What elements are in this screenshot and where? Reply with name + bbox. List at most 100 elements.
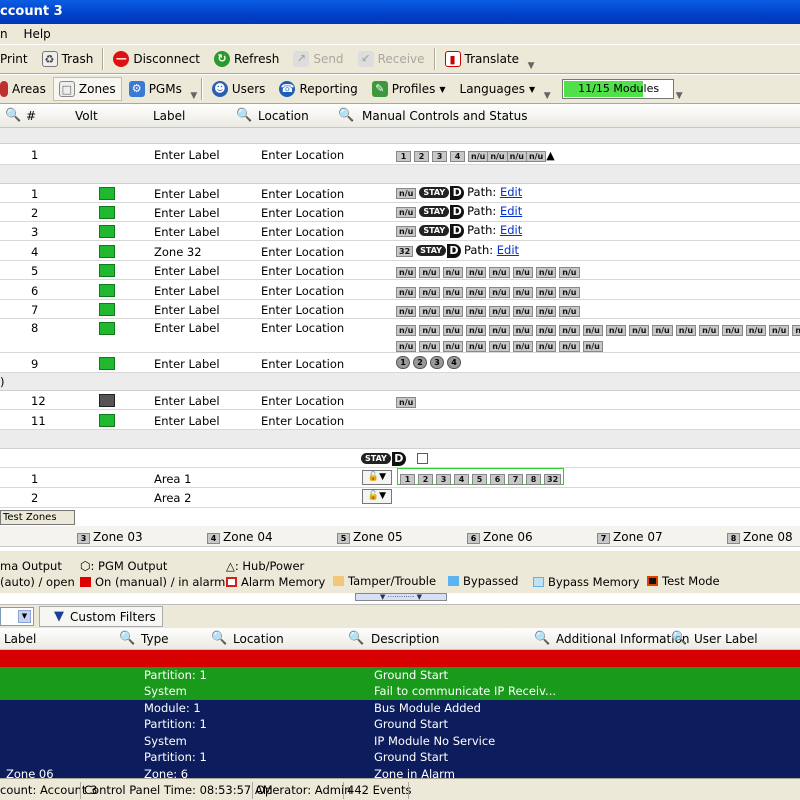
splitter-handle[interactable]: ▼ ············ ▼ bbox=[355, 593, 447, 601]
status-chip[interactable]: n/u bbox=[396, 341, 417, 352]
refresh-button[interactable]: ↻ Refresh bbox=[207, 47, 286, 71]
pgms-button[interactable]: ⚙ PGMs bbox=[122, 77, 189, 101]
status-chip[interactable]: n/u bbox=[465, 325, 487, 336]
send-button[interactable]: ↗ Send bbox=[286, 47, 350, 71]
path-edit-link[interactable]: Edit bbox=[500, 185, 522, 199]
status-chip[interactable]: n/u bbox=[722, 325, 743, 336]
search-icon[interactable]: 🔍 bbox=[211, 631, 227, 646]
path-edit-link[interactable]: Edit bbox=[500, 223, 522, 237]
zone-row[interactable]: 5 Enter Label Enter Location n/u n/u n/u n/u… bbox=[0, 261, 800, 280]
event-row[interactable]: Module: 1 Bus Module Added bbox=[0, 699, 800, 716]
status-chip[interactable]: n/u bbox=[489, 325, 510, 336]
disconnect-button[interactable]: — Disconnect bbox=[106, 47, 207, 71]
languages-button[interactable]: Languages ▼ bbox=[453, 77, 543, 101]
group-row-areas[interactable] bbox=[0, 430, 800, 449]
status-chip[interactable]: n/u bbox=[512, 341, 533, 352]
status-chip[interactable]: n/u bbox=[559, 325, 580, 336]
translate-button[interactable]: ▮ Translate bbox=[438, 47, 527, 71]
module-row[interactable]: 12 Enter Label Enter Location n/u bbox=[0, 391, 800, 410]
toolbar-grip[interactable]: ▼ bbox=[674, 77, 684, 101]
search-icon[interactable]: 🔍 bbox=[534, 631, 550, 646]
zone-row[interactable]: 2 Enter Label Enter Location n/u STAY D Path… bbox=[0, 203, 800, 222]
col-num[interactable]: # bbox=[26, 109, 36, 123]
status-chip[interactable]: n/u bbox=[605, 325, 627, 336]
filter-select[interactable]: ▼ bbox=[0, 607, 34, 626]
group-row-pgms[interactable] bbox=[0, 128, 800, 144]
status-chip[interactable]: n/u bbox=[745, 325, 766, 336]
checkbox[interactable] bbox=[416, 453, 428, 464]
status-chip[interactable]: n/u bbox=[535, 325, 557, 336]
col-volt[interactable]: Volt bbox=[75, 109, 98, 123]
zone-bar-item[interactable]: 5 Zone 05 bbox=[337, 530, 403, 544]
search-icon[interactable]: 🔍 bbox=[348, 631, 364, 646]
status-chip[interactable]: n/u bbox=[559, 341, 580, 352]
path-edit-link[interactable]: Edit bbox=[497, 243, 519, 257]
d-icon[interactable]: D bbox=[450, 223, 465, 238]
status-chip[interactable]: n/u bbox=[465, 341, 487, 352]
zone-row[interactable]: 8 Enter Label Enter Location n/u n/u n/u n/u… bbox=[0, 319, 800, 353]
search-icon[interactable]: 🔍 bbox=[119, 631, 135, 646]
path-edit-link[interactable]: Edit bbox=[500, 204, 522, 218]
zone-row[interactable]: 7 Enter Label Enter Location n/u n/u n/u n/u… bbox=[0, 300, 800, 319]
status-chip[interactable]: n/u bbox=[769, 325, 790, 336]
group-row-zones[interactable] bbox=[0, 165, 800, 184]
col-event-user-label[interactable]: User Label bbox=[694, 632, 758, 646]
status-chip[interactable]: n/u bbox=[675, 325, 697, 336]
col-event-type[interactable]: Type bbox=[141, 632, 169, 646]
receive-button[interactable]: ↙ Receive bbox=[351, 47, 432, 71]
zone-row[interactable]: 9 Enter Label Enter Location 1234 bbox=[0, 353, 800, 373]
custom-filters-button[interactable]: ▼ Custom Filters bbox=[39, 606, 163, 627]
status-chip[interactable]: n/u bbox=[652, 325, 673, 336]
search-icon[interactable]: 🔍 bbox=[671, 631, 687, 646]
zone-bar-item[interactable]: 8 Zone 08 bbox=[727, 530, 793, 544]
col-label[interactable]: Label bbox=[153, 109, 185, 123]
col-event-location[interactable]: Location bbox=[233, 632, 284, 646]
search-icon[interactable]: 🔍 bbox=[236, 108, 252, 123]
group-row-modules[interactable]: ) bbox=[0, 373, 800, 391]
chevron-down-icon[interactable]: ▼ bbox=[18, 610, 31, 623]
status-chip[interactable]: n/u bbox=[582, 325, 603, 336]
menu-item-help[interactable]: Help bbox=[23, 27, 50, 41]
status-chip[interactable]: n/u bbox=[442, 341, 463, 352]
zone-bar-item[interactable]: 4 Zone 04 bbox=[207, 530, 273, 544]
zone-bar-item[interactable]: 3 Zone 03 bbox=[77, 530, 143, 544]
trash-button[interactable]: ♻ Trash bbox=[35, 47, 101, 71]
d-icon[interactable]: D bbox=[450, 204, 465, 219]
status-chip[interactable]: n/u bbox=[419, 341, 440, 352]
d-icon[interactable]: D bbox=[391, 451, 406, 466]
toolbar-grip[interactable]: ▼ bbox=[526, 47, 536, 71]
toolbar-grip[interactable]: ▼ bbox=[542, 77, 552, 101]
col-event-label[interactable]: Label bbox=[4, 632, 36, 646]
module-row[interactable]: 11 Enter Label Enter Location bbox=[0, 410, 800, 430]
area-row[interactable]: 2 Area 2 🔓▼ bbox=[0, 488, 800, 508]
col-controls[interactable]: Manual Controls and Status bbox=[362, 109, 528, 123]
col-event-additional[interactable]: Additional Information bbox=[556, 632, 690, 646]
event-row[interactable] bbox=[0, 650, 800, 667]
areas-button[interactable]: Areas bbox=[0, 77, 53, 101]
col-location[interactable]: Location bbox=[258, 109, 309, 123]
status-chip[interactable]: n/u bbox=[699, 325, 720, 336]
profiles-button[interactable]: ✎ Profiles ▼ bbox=[365, 77, 453, 101]
status-chip[interactable]: n/u bbox=[512, 325, 533, 336]
status-chip[interactable]: n/u bbox=[535, 341, 557, 352]
event-row[interactable]: Partition: 1 Ground Start bbox=[0, 749, 800, 766]
event-row[interactable]: System Fail to communicate IP Receiv... bbox=[0, 683, 800, 700]
status-chip[interactable]: n/u bbox=[582, 341, 603, 352]
zone-bar-item[interactable]: 7 Zone 07 bbox=[597, 530, 663, 544]
status-chip[interactable]: n/u bbox=[419, 325, 440, 336]
area-row[interactable]: 1 Area 1 🔓▼ 1 2 3 4 5 6 7 8 32 bbox=[0, 468, 800, 488]
d-icon[interactable]: D bbox=[446, 243, 461, 258]
stay-icon[interactable]: STAY bbox=[416, 245, 446, 256]
stay-icon[interactable]: STAY bbox=[419, 187, 450, 198]
print-button[interactable]: Print bbox=[0, 47, 35, 71]
pgm-row[interactable]: 1 Enter Label Enter Location 1 2 3 4 n/u n/u n… bbox=[0, 144, 800, 165]
search-icon[interactable]: 🔍 bbox=[5, 108, 21, 123]
status-chip[interactable]: n/u bbox=[442, 325, 463, 336]
area-arm-dropdown[interactable]: 🔓▼ bbox=[362, 489, 392, 504]
event-row[interactable]: System IP Module No Service bbox=[0, 732, 800, 749]
zone-row[interactable]: 3 Enter Label Enter Location n/u STAY D Path… bbox=[0, 222, 800, 241]
menu-item-partial[interactable]: n bbox=[0, 27, 8, 41]
area-arm-dropdown[interactable]: 🔓▼ bbox=[362, 470, 392, 485]
event-row[interactable]: Partition: 1 Ground Start bbox=[0, 666, 800, 683]
reporting-button[interactable]: ☎ Reporting bbox=[272, 77, 364, 101]
